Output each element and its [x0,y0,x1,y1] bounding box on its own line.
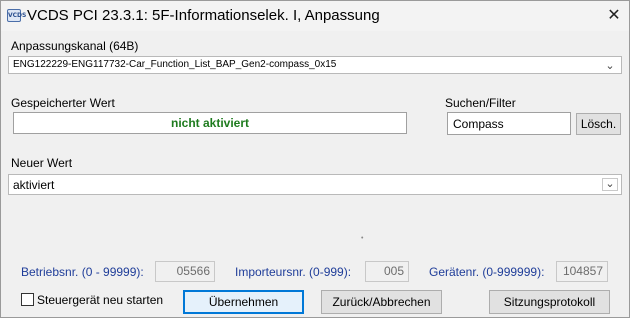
device-number-field: 104857 [556,261,608,282]
search-input[interactable]: Compass [447,112,571,135]
back-cancel-button[interactable]: Zurück/Abbrechen [321,290,442,314]
window-title: VCDS PCI 23.3.1: 5F-Informationselek. I,… [27,7,380,24]
channel-dropdown[interactable]: ENG122229-ENG117732-Car_Function_List_BA… [8,56,622,74]
session-log-button[interactable]: Sitzungsprotokoll [489,290,610,314]
stored-value-field: nicht aktiviert [13,112,407,134]
adaptation-window: VCDS VCDS PCI 23.3.1: 5F-Informationsele… [0,0,630,318]
importer-number-field: 005 [365,261,409,282]
clear-search-button[interactable]: Lösch. [576,113,621,135]
chevron-down-icon: ⌄ [605,60,615,72]
new-value-value: aktiviert [13,178,55,192]
apply-button[interactable]: Übernehmen [183,290,304,314]
channel-value: ENG122229-ENG117732-Car_Function_List_BA… [13,59,337,70]
restart-label[interactable]: Steuergerät neu starten [37,293,163,307]
stored-value: nicht aktiviert [170,116,250,130]
operating-number-field: 05566 [155,261,215,282]
new-value-label: Neuer Wert [11,156,73,170]
restart-checkbox[interactable] [21,293,34,306]
device-number-label: Gerätenr. (0-999999): [429,265,545,279]
vcds-app-icon: VCDS [7,9,26,22]
chevron-down-icon: ⌄ [602,178,618,191]
title-bar: VCDS VCDS PCI 23.3.1: 5F-Informationsele… [1,1,629,31]
search-value: Compass [453,117,504,131]
channel-label: Anpassungskanal (64B) [11,39,139,53]
operating-number-label: Betriebsnr. (0 - 99999): [21,265,144,279]
importer-number-label: Importeursnr. (0-999): [235,265,352,279]
new-value-dropdown[interactable]: aktiviert ⌄ [8,174,622,195]
stored-value-label: Gespeicherter Wert [11,96,115,110]
splitter-grip: • [361,235,364,242]
search-label: Suchen/Filter [445,96,516,110]
close-icon[interactable]: ✕ [599,1,629,31]
